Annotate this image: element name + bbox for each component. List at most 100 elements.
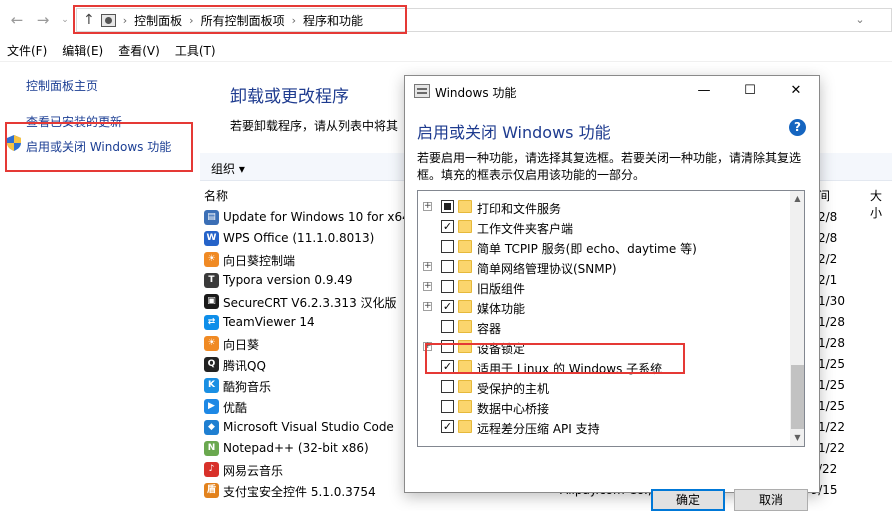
program-icon: ☀ — [204, 336, 219, 351]
program-install-date: 1/25 — [818, 378, 845, 392]
vertical-scrollbar[interactable]: ▲ ▼ — [790, 191, 804, 446]
ok-button[interactable]: 确定 — [651, 489, 725, 511]
feature-checkbox[interactable] — [441, 260, 454, 273]
feature-label: 远程差分压缩 API 支持 — [477, 422, 600, 436]
address-dropdown-chevron-icon[interactable]: ⌄ — [851, 12, 869, 28]
dialog-titlebar[interactable]: Windows 功能 — ☐ ✕ — [405, 76, 819, 106]
program-icon: ▶ — [204, 399, 219, 414]
feature-row[interactable]: + 旧版组件 — [418, 277, 790, 297]
address-highlight-box — [73, 5, 407, 34]
program-install-date: 2/2 — [818, 252, 838, 266]
program-icon: ▤ — [204, 210, 219, 225]
feature-checkbox[interactable] — [441, 200, 454, 213]
feature-label: 受保护的主机 — [477, 382, 550, 396]
features-link-highlight-box — [5, 122, 193, 172]
windows-features-dialog: Windows 功能 — ☐ ✕ 启用或关闭 Windows 功能 ? 若要启用… — [404, 75, 820, 511]
feature-checkbox[interactable] — [441, 280, 454, 293]
features-tree: + 打印和文件服务 ✓ 工作文件夹客户端 简单 TCPIP 服务(即 echo、dayt… — [417, 190, 805, 447]
feature-row[interactable]: 受保护的主机 — [418, 377, 790, 397]
program-name: 优酷 — [223, 401, 248, 415]
scroll-up-icon[interactable]: ▲ — [790, 191, 804, 207]
program-name: TeamViewer 14 — [223, 315, 315, 329]
close-icon[interactable]: ✕ — [773, 76, 819, 106]
recent-locations-chevron-icon[interactable]: ⌄ — [56, 11, 74, 29]
program-icon: K — [204, 378, 219, 393]
program-icon: Q — [204, 357, 219, 372]
feature-row[interactable]: ✓ 远程差分压缩 API 支持 — [418, 417, 790, 437]
feature-label: 打印和文件服务 — [477, 202, 562, 216]
feature-label: 媒体功能 — [477, 302, 526, 316]
feature-checkbox[interactable] — [441, 400, 454, 413]
page-title: 卸载或更改程序 — [230, 87, 349, 107]
folder-icon — [458, 380, 472, 393]
folder-icon — [458, 280, 472, 293]
program-install-date: 1/30 — [818, 294, 845, 308]
feature-row[interactable]: + 简单网络管理协议(SNMP) — [418, 257, 790, 277]
back-arrow-icon[interactable]: ← — [8, 11, 26, 29]
feature-row[interactable]: + 打印和文件服务 — [418, 197, 790, 217]
folder-icon — [458, 220, 472, 233]
forward-arrow-icon[interactable]: → — [34, 11, 52, 29]
program-name: Update for Windows 10 for x64 — [223, 210, 410, 224]
dialog-description: 若要启用一种功能，请选择其复选框。若要关闭一种功能，请清除其复选框。填充的框表示… — [417, 151, 802, 182]
program-icon: 盾 — [204, 483, 219, 498]
expand-plus-icon[interactable]: + — [423, 262, 432, 271]
program-name: 网易云音乐 — [223, 464, 284, 478]
program-icon: T — [204, 273, 219, 288]
program-icon: ⇄ — [204, 315, 219, 330]
column-header-name[interactable]: 名称 — [204, 187, 228, 204]
cancel-button[interactable]: 取消 — [734, 489, 808, 511]
organize-button[interactable]: 组织 ▾ — [211, 160, 245, 177]
menu-file[interactable]: 文件(F) — [0, 42, 55, 59]
windows-features-icon — [414, 84, 430, 98]
menu-view[interactable]: 查看(V) — [111, 42, 168, 59]
program-name: 酷狗音乐 — [223, 380, 272, 394]
program-icon: ☀ — [204, 252, 219, 267]
dialog-heading: 启用或关闭 Windows 功能 — [417, 123, 611, 142]
feature-checkbox[interactable]: ✓ — [441, 220, 454, 233]
folder-icon — [458, 300, 472, 313]
address-bar-area: ← → ⌄ ↑ › 控制面板 › 所有控制面板项 › 程序和功能 ⌄ — [0, 0, 892, 40]
program-install-date: 2/1 — [818, 273, 838, 287]
program-icon: N — [204, 441, 219, 456]
program-name: WPS Office (11.1.0.8013) — [223, 231, 375, 245]
feature-label: 旧版组件 — [477, 282, 526, 296]
program-icon: ♪ — [204, 462, 219, 477]
program-install-date: 2/8 — [818, 231, 838, 245]
feature-row[interactable]: 容器 — [418, 317, 790, 337]
control-panel-home-link[interactable]: 控制面板主页 — [26, 77, 98, 94]
wsl-highlight-box — [425, 343, 685, 374]
program-name: Typora version 0.9.49 — [223, 273, 353, 287]
feature-checkbox[interactable] — [441, 320, 454, 333]
program-install-date: 1/28 — [818, 336, 845, 350]
program-install-date: 2/8 — [818, 210, 838, 224]
feature-row[interactable]: ✓ 工作文件夹客户端 — [418, 217, 790, 237]
feature-label: 工作文件夹客户端 — [477, 222, 574, 236]
feature-checkbox[interactable]: ✓ — [441, 420, 454, 433]
scrollbar-thumb[interactable] — [791, 365, 804, 429]
program-name: 支付宝安全控件 5.1.0.3754 — [223, 485, 376, 499]
expand-plus-icon[interactable]: + — [423, 202, 432, 211]
feature-checkbox[interactable]: ✓ — [441, 300, 454, 313]
help-icon[interactable]: ? — [789, 119, 806, 136]
feature-checkbox[interactable] — [441, 240, 454, 253]
program-name: SecureCRT V6.2.3.313 汉化版 — [223, 296, 397, 310]
folder-icon — [458, 260, 472, 273]
feature-label: 简单网络管理协议(SNMP) — [477, 262, 617, 276]
feature-row[interactable]: + ✓ 媒体功能 — [418, 297, 790, 317]
menu-edit[interactable]: 编辑(E) — [55, 42, 111, 59]
feature-row[interactable]: 数据中心桥接 — [418, 397, 790, 417]
expand-plus-icon[interactable]: + — [423, 282, 432, 291]
program-name: 向日葵 — [223, 338, 260, 352]
program-name: 向日葵控制端 — [223, 254, 296, 268]
scroll-down-icon[interactable]: ▼ — [790, 430, 804, 446]
minimize-icon[interactable]: — — [681, 76, 727, 106]
menu-tools[interactable]: 工具(T) — [168, 42, 224, 59]
feature-label: 容器 — [477, 322, 502, 336]
feature-checkbox[interactable] — [441, 380, 454, 393]
expand-plus-icon[interactable]: + — [423, 302, 432, 311]
maximize-icon[interactable]: ☐ — [727, 76, 773, 106]
program-install-date: 1/25 — [818, 399, 845, 413]
program-name: 腾讯QQ — [223, 359, 266, 373]
feature-row[interactable]: 简单 TCPIP 服务(即 echo、daytime 等) — [418, 237, 790, 257]
